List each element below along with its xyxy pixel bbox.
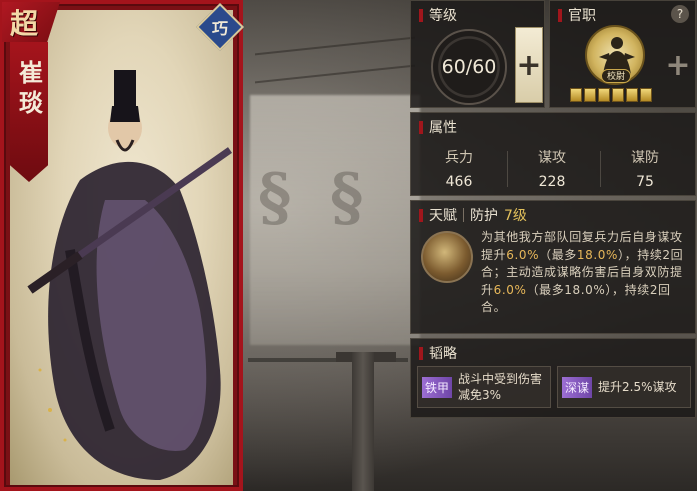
rank-pip xyxy=(598,88,610,102)
background-glyph: § xyxy=(258,160,292,235)
strategy-tag: 铁甲 xyxy=(422,376,453,398)
rank-up-button[interactable]: + xyxy=(664,27,692,103)
rank-title: 官职 xyxy=(558,5,596,25)
rank-pip xyxy=(626,88,638,102)
level-panel: 等级 60/60 + xyxy=(410,0,545,108)
background-pillar xyxy=(352,352,374,491)
strategies-title: 韬略 xyxy=(419,343,457,363)
hero-name-banner: 崔琰 xyxy=(10,42,48,182)
help-button[interactable]: ? xyxy=(671,5,689,23)
strategy-tag: 深谋 xyxy=(562,376,593,398)
level-ring: 60/60 xyxy=(431,29,507,105)
attributes-panel: 属性 兵力 466 谋攻 228 谋防 75 xyxy=(410,112,696,196)
stat-troops: 兵力 466 xyxy=(414,147,504,190)
rank-pip xyxy=(584,88,596,102)
stat-label: 兵力 xyxy=(445,150,473,166)
strategy-item[interactable]: 深谋 提升2.5%谋攻 xyxy=(557,366,691,408)
strategy-text: 战斗中受到伤害减免3% xyxy=(458,372,543,402)
stat-label: 谋攻 xyxy=(538,150,566,166)
hero-name: 崔琰 xyxy=(14,60,44,120)
talent-category: 防护 xyxy=(470,208,498,224)
talent-header: 天赋 防护 7级 xyxy=(419,205,527,225)
talent-panel: 天赋 防护 7级 为其他我方部队回复兵力后自身谋攻提升6.0%（最多18.0%）… xyxy=(410,200,696,334)
talent-level: 7级 xyxy=(504,208,527,224)
title-accent xyxy=(419,208,423,222)
strategies-panel: 韬略 铁甲 战斗中受到伤害减免3% 深谋 提升2.5%谋攻 xyxy=(410,338,696,418)
strategy-item[interactable]: 铁甲 战斗中受到伤害减免3% xyxy=(417,366,551,408)
rank-panel: 官职 ? 校尉 + xyxy=(549,0,696,108)
strategy-text: 提升2.5%谋攻 xyxy=(598,380,677,394)
attributes-title: 属性 xyxy=(419,117,457,137)
stat-value: 75 xyxy=(636,174,654,190)
level-title: 等级 xyxy=(419,5,457,25)
stat-label: 谋防 xyxy=(631,150,659,166)
plus-icon: + xyxy=(665,47,691,83)
stat-value: 466 xyxy=(445,174,473,190)
talent-desc-highlight: 18.0% xyxy=(576,247,619,262)
hero-type-label: 巧 xyxy=(211,19,228,38)
background-glyph: § xyxy=(330,160,364,235)
level-up-button[interactable]: + xyxy=(515,27,543,103)
background-lattice xyxy=(255,36,415,84)
talent-desc-highlight: 6.0% xyxy=(493,282,527,297)
stat-value: 228 xyxy=(538,174,566,190)
rank-pip xyxy=(570,88,582,102)
talent-separator xyxy=(463,208,464,222)
plus-icon: + xyxy=(516,47,542,83)
talent-icon[interactable] xyxy=(421,231,473,283)
rank-badge-label: 校尉 xyxy=(601,69,631,83)
stat-strategy-defense: 谋防 75 xyxy=(600,147,690,190)
rank-pip xyxy=(640,88,652,102)
rank-pips xyxy=(570,88,652,102)
rank-pip xyxy=(612,88,624,102)
talent-title: 天赋 xyxy=(429,208,457,224)
rarity-label: 超 xyxy=(10,7,39,40)
stat-strategy-attack: 谋攻 228 xyxy=(507,147,597,190)
hero-card[interactable]: 超 崔琰 巧 xyxy=(0,0,245,491)
talent-desc-text: （最多 xyxy=(539,247,577,262)
level-value: 60/60 xyxy=(441,56,497,78)
talent-desc-highlight: 6.0% xyxy=(506,247,540,262)
talent-description: 为其他我方部队回复兵力后自身谋攻提升6.0%（最多18.0%），持续2回合；主动… xyxy=(481,229,693,317)
